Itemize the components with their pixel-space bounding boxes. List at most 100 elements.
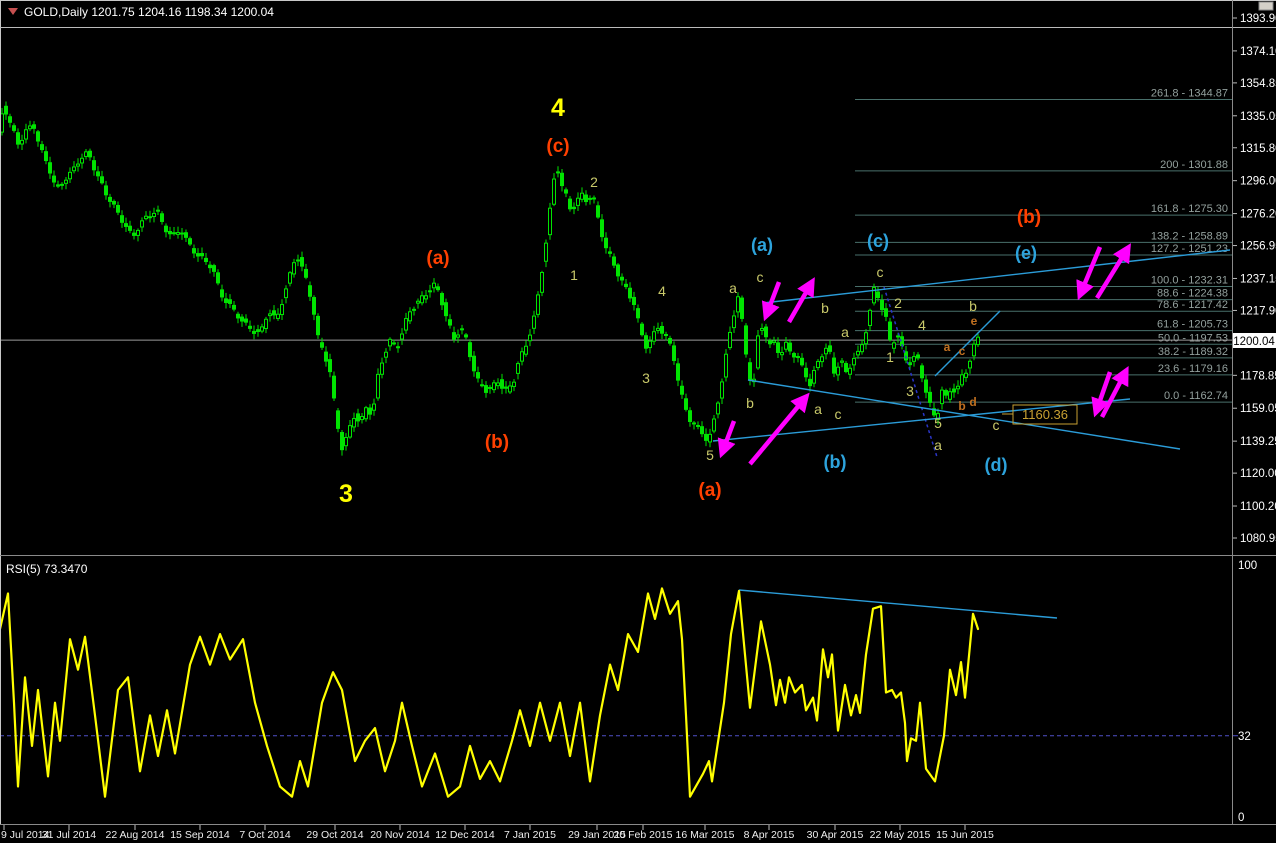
candle-body bbox=[600, 219, 604, 238]
candle-body bbox=[800, 357, 804, 366]
wave-label[interactable]: 3 bbox=[906, 383, 914, 399]
candle-body bbox=[692, 422, 696, 425]
chart-canvas[interactable]: 261.8 - 1344.87 200 - 1301.88 161.8 - 1275… bbox=[0, 0, 1276, 843]
wave-label[interactable]: (b) bbox=[1017, 207, 1041, 228]
candle-body bbox=[676, 363, 680, 381]
candle-body bbox=[76, 163, 80, 167]
candle-body bbox=[396, 346, 400, 349]
candle-body bbox=[20, 139, 24, 145]
candle-body bbox=[820, 356, 824, 363]
wave-label[interactable]: 3 bbox=[642, 370, 650, 386]
wave-label[interactable]: b bbox=[746, 395, 754, 411]
wave-label[interactable]: 2 bbox=[590, 174, 598, 190]
candle-body bbox=[328, 359, 332, 373]
wave-label[interactable]: (c) bbox=[546, 136, 569, 157]
candle-body bbox=[372, 403, 376, 411]
candle-body bbox=[40, 144, 44, 151]
price-axis-label: 1139.25 bbox=[1240, 436, 1276, 448]
wave-label[interactable]: e bbox=[971, 314, 978, 328]
wave-label[interactable]: c bbox=[877, 264, 884, 280]
candle-body bbox=[776, 342, 780, 353]
candle-body bbox=[972, 343, 976, 357]
wave-label[interactable]: a bbox=[944, 340, 951, 354]
wave-label[interactable]: (a) bbox=[751, 235, 773, 255]
wave-label[interactable]: 5 bbox=[934, 415, 942, 431]
wave-label[interactable]: (d) bbox=[985, 455, 1008, 475]
wave-label[interactable]: b bbox=[969, 298, 977, 314]
wave-label[interactable]: a bbox=[934, 437, 942, 453]
candle-body bbox=[184, 232, 188, 238]
candle-body bbox=[780, 352, 784, 356]
price-target-box[interactable]: 1160.36 bbox=[1002, 404, 1078, 425]
candle-body bbox=[680, 385, 684, 395]
fib-level-label: 100.0 - 1232.31 bbox=[1151, 274, 1228, 286]
wave-label[interactable]: (a) bbox=[698, 480, 721, 501]
wave-label[interactable]: (b) bbox=[485, 432, 509, 453]
candle-body bbox=[812, 369, 816, 384]
candle-body bbox=[528, 334, 532, 342]
price-axis-label: 1237.15 bbox=[1240, 273, 1276, 285]
candle-body bbox=[16, 132, 20, 145]
candle-body bbox=[96, 171, 100, 177]
candle-body bbox=[356, 413, 360, 422]
candle-body bbox=[340, 432, 344, 451]
wave-label[interactable]: 1 bbox=[886, 349, 894, 365]
wave-label[interactable]: 3 bbox=[339, 480, 353, 508]
wave-label[interactable]: 4 bbox=[658, 283, 666, 299]
candle-body bbox=[508, 385, 512, 393]
candle-body bbox=[712, 418, 716, 432]
candle-body bbox=[716, 402, 720, 415]
candle-body bbox=[956, 385, 960, 390]
candle-body bbox=[236, 313, 240, 319]
wave-label[interactable]: b bbox=[821, 300, 829, 316]
wave-label[interactable]: a bbox=[841, 324, 849, 340]
candle-body bbox=[864, 332, 868, 345]
wave-label[interactable]: 4 bbox=[551, 94, 565, 122]
wave-label[interactable]: a bbox=[729, 280, 737, 296]
candle-body bbox=[784, 341, 788, 350]
candle-body bbox=[768, 340, 772, 345]
candle-body bbox=[196, 253, 200, 257]
wave-label[interactable]: (a) bbox=[426, 248, 449, 269]
candle-body bbox=[604, 237, 608, 249]
fib-level-label: 38.2 - 1189.32 bbox=[1158, 346, 1228, 358]
candle-body bbox=[84, 151, 88, 157]
date-label: 20 Nov 2014 bbox=[370, 829, 430, 841]
candle-body bbox=[140, 220, 144, 228]
wave-label[interactable]: c bbox=[757, 269, 764, 285]
wave-label[interactable]: 4 bbox=[918, 317, 926, 333]
fib-level-label: 0.0 - 1162.74 bbox=[1164, 390, 1228, 402]
candle-body bbox=[280, 304, 284, 316]
candle-body bbox=[536, 294, 540, 315]
candle-body bbox=[368, 407, 372, 415]
wave-label[interactable]: (b) bbox=[824, 452, 847, 472]
chart-title-ohlc: GOLD,Daily 1201.75 1204.16 1198.34 1200.… bbox=[24, 5, 274, 19]
candle-body bbox=[188, 238, 192, 245]
wave-label[interactable]: a bbox=[814, 401, 822, 417]
candle-body bbox=[124, 223, 128, 227]
wave-label[interactable]: c bbox=[835, 406, 842, 422]
wave-label[interactable]: (e) bbox=[1015, 243, 1037, 263]
candle-body bbox=[808, 378, 812, 387]
candle-body bbox=[56, 184, 60, 187]
candle-body bbox=[648, 340, 652, 349]
wave-label[interactable]: 5 bbox=[706, 447, 714, 463]
candle-body bbox=[292, 262, 296, 275]
wave-label[interactable]: 1 bbox=[570, 267, 578, 283]
wave-label[interactable]: b bbox=[958, 399, 965, 413]
candle-body bbox=[704, 433, 708, 441]
wave-label[interactable]: c bbox=[959, 344, 966, 358]
price-target-value: 1160.36 bbox=[1022, 407, 1068, 422]
wave-label[interactable]: 2 bbox=[894, 295, 902, 311]
date-label: 22 Aug 2014 bbox=[106, 829, 165, 841]
current-price-value: 1200.04 bbox=[1233, 336, 1275, 348]
candle-body bbox=[456, 334, 460, 338]
window-corner-box[interactable] bbox=[1258, 1, 1274, 11]
wave-label[interactable]: (c) bbox=[867, 231, 889, 251]
candle-body bbox=[496, 382, 500, 387]
wave-label[interactable]: d bbox=[969, 395, 976, 409]
candle-body bbox=[720, 381, 724, 399]
candle-body bbox=[60, 183, 64, 186]
candle-body bbox=[48, 162, 52, 174]
wave-label[interactable]: c bbox=[993, 417, 1000, 433]
